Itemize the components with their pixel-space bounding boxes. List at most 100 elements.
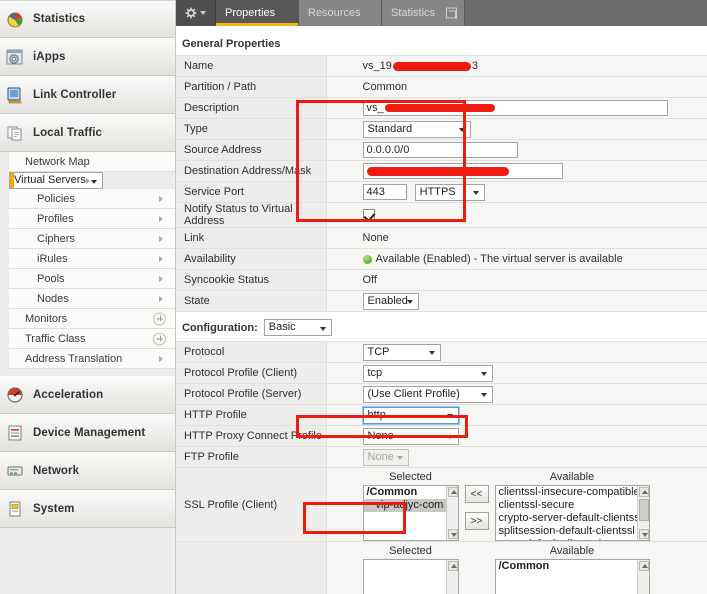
row-label: Notify Status to Virtual Address (176, 202, 327, 228)
row-label: HTTP Profile (176, 404, 327, 426)
table-row: Type Standard (176, 118, 707, 140)
move-left-button[interactable]: << (464, 485, 489, 503)
row-label: Protocol (176, 341, 327, 363)
tab-strip: Properties Resources Statistics (176, 0, 707, 26)
list-item[interactable]: clientssl-insecure-compatible (496, 486, 649, 499)
scroll-up-arrow[interactable] (638, 487, 649, 497)
content-area: Properties Resources Statistics General … (176, 0, 707, 594)
tab-properties[interactable]: Properties (216, 0, 299, 26)
sidebar-item-policies[interactable]: Policies (9, 189, 175, 209)
notify-status-checkbox[interactable] (362, 209, 375, 222)
sidebar-item-nodes[interactable]: Nodes (9, 289, 175, 309)
scroll-up-arrow[interactable] (447, 487, 458, 497)
sidebar-module-system[interactable]: System (0, 490, 175, 528)
sidebar-module-iapps[interactable]: iApps (0, 38, 175, 76)
list-item[interactable]: vip-adjyc-com (363, 499, 458, 512)
tab-gear-menu[interactable] (176, 0, 216, 26)
ssl-server-available-listbox[interactable]: /Common (494, 559, 650, 594)
row-label: SSL Profile (Client) (176, 467, 327, 542)
sidebar-module-statistics[interactable]: Statistics (0, 0, 175, 38)
scroll-down-arrow[interactable] (638, 529, 649, 539)
selected-header: Selected (389, 471, 432, 483)
sidebar-item-address-translation[interactable]: Address Translation (9, 349, 175, 369)
sidebar: Statistics iApps Link Controller Local T… (0, 0, 176, 594)
sidebar-item-traffic-class[interactable]: Traffic Class (9, 329, 175, 349)
ssl-server-selected-column: Selected (362, 545, 459, 594)
scroll-down-arrow[interactable] (447, 529, 458, 539)
protocol-profile-client-value: tcp (367, 366, 383, 379)
plus-circle-icon[interactable] (153, 332, 166, 345)
protocol-profile-client-select[interactable]: tcp (362, 364, 493, 382)
row-label: Destination Address/Mask (176, 160, 327, 182)
sidebar-module-label: Network (33, 464, 80, 477)
redaction-bar (392, 61, 471, 71)
sidebar-module-local-traffic[interactable]: Local Traffic (0, 114, 175, 152)
scrollbar[interactable] (445, 560, 458, 594)
row-label: Availability (176, 248, 327, 270)
move-right-button[interactable]: >> (464, 512, 489, 530)
configuration-level-select[interactable]: Basic (263, 319, 332, 336)
sidebar-module-network[interactable]: Network (0, 452, 175, 490)
chevron-right-icon (159, 215, 163, 222)
bigip-config-screen: Statistics iApps Link Controller Local T… (0, 0, 707, 594)
scrollbar[interactable] (636, 560, 649, 594)
available-header: Available (549, 471, 595, 483)
table-row: Notify Status to Virtual Address (176, 202, 707, 228)
sidebar-item-label: Traffic Class (25, 333, 86, 345)
http-proxy-connect-profile-select[interactable]: None (362, 427, 459, 445)
chevron-right-icon (159, 195, 163, 202)
scrollbar[interactable] (636, 486, 649, 540)
source-address-input[interactable]: 0.0.0.0/0 (362, 142, 518, 158)
ssl-server-selected-listbox[interactable] (362, 559, 459, 594)
tab-label: Statistics (391, 7, 436, 19)
table-row: Syncookie Status Off (176, 269, 707, 291)
list-item[interactable]: clientssl-secure (496, 499, 649, 512)
service-port-protocol-select[interactable]: HTTPS (414, 183, 485, 201)
general-properties-table: Name vs_19 3 Partition / Path Common Desc… (176, 55, 707, 312)
service-port-input[interactable]: 443 (362, 184, 407, 200)
sidebar-item-pools[interactable]: Pools (9, 269, 175, 289)
list-item[interactable]: wom-default-clientssl (496, 538, 649, 540)
general-properties-heading: General Properties (182, 38, 281, 50)
sidebar-item-label: Address Translation (25, 353, 123, 365)
name-suffix: 3 (471, 60, 478, 72)
protocol-profile-server-select[interactable]: (Use Client Profile) (362, 385, 493, 403)
sidebar-module-acceleration[interactable]: Acceleration (0, 376, 175, 414)
ssl-client-selected-listbox[interactable]: /Common vip-adjyc-com (362, 485, 459, 541)
sidebar-item-irules[interactable]: iRules (9, 249, 175, 269)
list-item[interactable]: crypto-server-default-clientssl (496, 512, 649, 525)
sidebar-module-link-controller[interactable]: Link Controller (0, 76, 175, 114)
plus-circle-icon[interactable] (153, 312, 166, 325)
sidebar-item-profiles[interactable]: Profiles (9, 209, 175, 229)
state-select[interactable]: Enabled (362, 292, 419, 310)
chevron-down-icon (200, 11, 206, 15)
partition-value: Common (362, 81, 408, 93)
sidebar-module-label: Statistics (33, 13, 86, 25)
tab-statistics[interactable]: Statistics (382, 0, 465, 26)
row-label (176, 541, 327, 594)
list-item[interactable]: /Common (496, 560, 649, 573)
tab-resources[interactable]: Resources (299, 0, 382, 26)
ssl-client-available-listbox[interactable]: clientssl-insecure-compatible clientssl-… (494, 485, 650, 541)
description-input[interactable]: vs_ (362, 100, 668, 116)
scroll-up-arrow[interactable] (638, 561, 649, 571)
sidebar-item-ciphers[interactable]: Ciphers (9, 229, 175, 249)
sidebar-item-virtual-servers[interactable]: Virtual Servers (9, 172, 103, 189)
popout-icon[interactable] (446, 7, 457, 19)
row-label: State (176, 290, 327, 312)
sidebar-item-network-map[interactable]: Network Map (9, 152, 175, 172)
scrollbar[interactable] (445, 486, 458, 540)
sidebar-module-device-management[interactable]: Device Management (0, 414, 175, 452)
http-profile-select[interactable]: http (361, 405, 460, 425)
type-select[interactable]: Standard (362, 120, 471, 138)
list-item[interactable]: splitsession-default-clientssl (496, 525, 649, 538)
table-row: Name vs_19 3 (176, 55, 707, 77)
sidebar-item-monitors[interactable]: Monitors (9, 309, 175, 329)
scroll-up-arrow[interactable] (447, 561, 458, 571)
type-value: Standard (367, 122, 413, 135)
scroll-thumb[interactable] (638, 499, 649, 521)
destination-address-input[interactable] (362, 163, 563, 179)
protocol-select[interactable]: TCP (362, 343, 441, 361)
device-icon (5, 423, 25, 443)
state-value: Enabled (367, 294, 408, 307)
